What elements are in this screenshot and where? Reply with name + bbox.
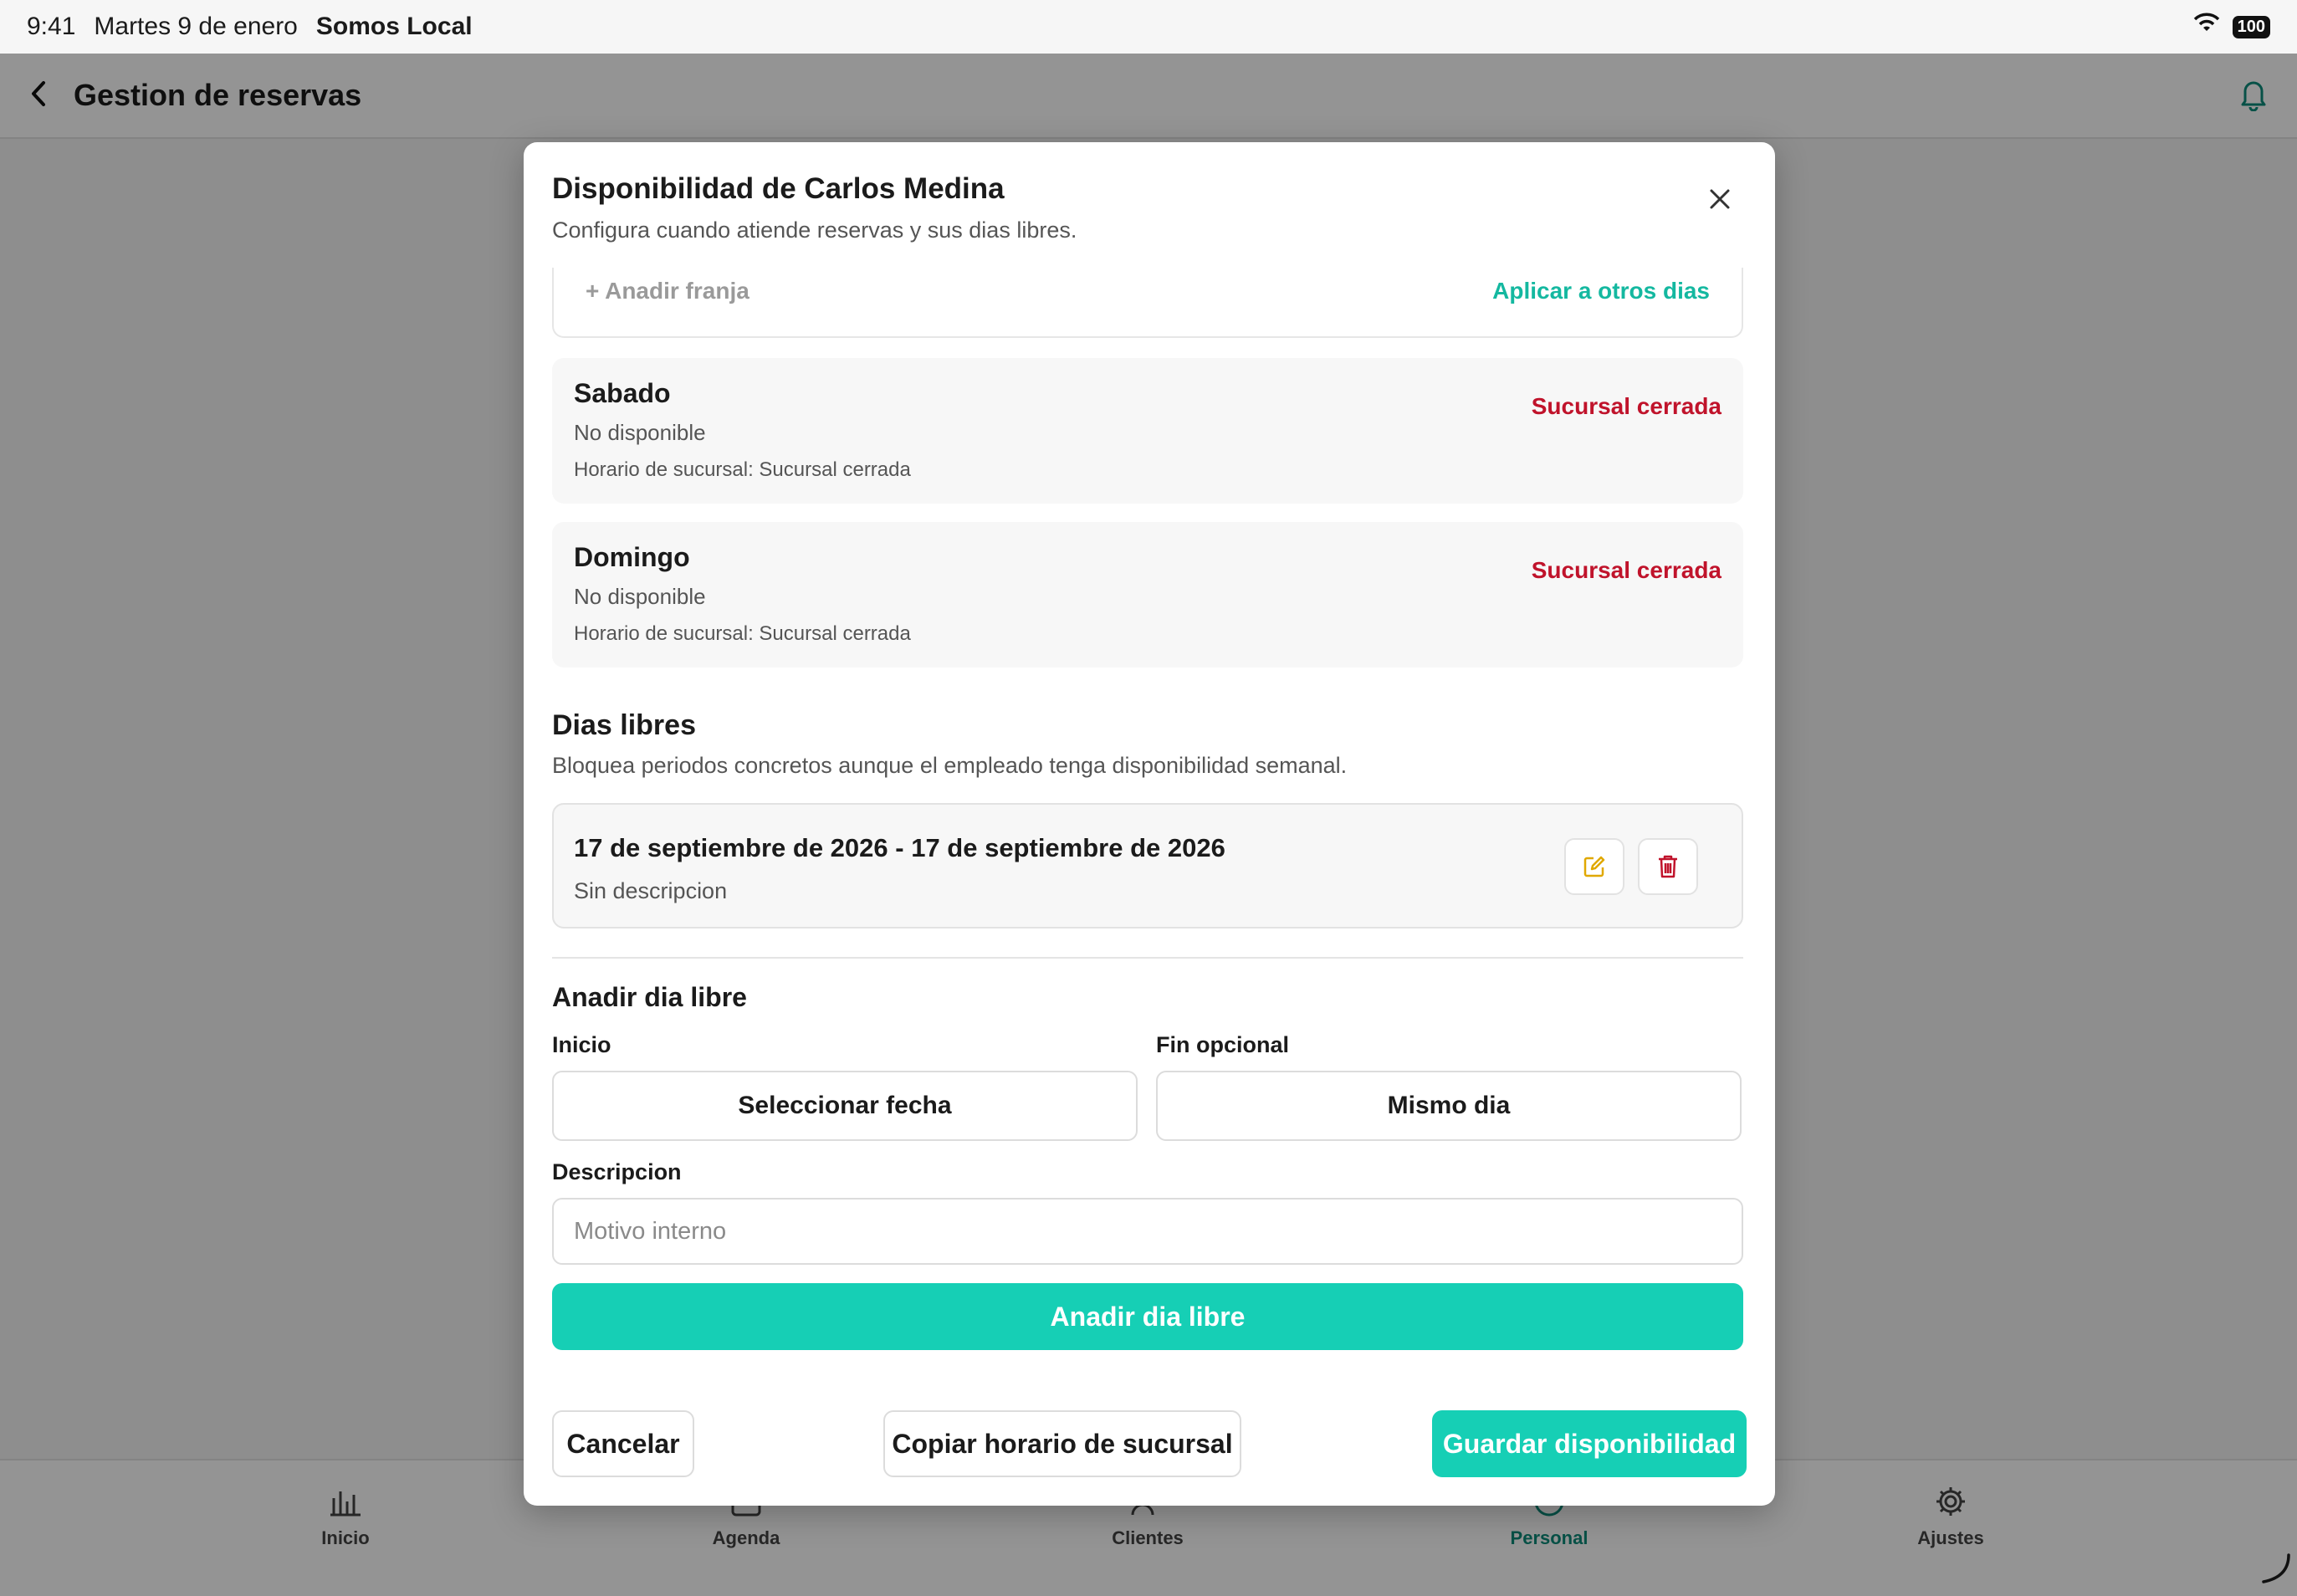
weekday-card-partial: + Anadir franja Aplicar a otros dias	[552, 268, 1743, 338]
day-status: No disponible	[574, 584, 706, 609]
status-right: 100	[2192, 13, 2270, 41]
day-status: No disponible	[574, 420, 706, 445]
modal-title: Disponibilidad de Carlos Medina	[552, 172, 1005, 205]
apply-other-days-button[interactable]: Aplicar a otros dias	[1492, 278, 1710, 304]
close-button[interactable]	[1703, 182, 1737, 216]
modal-subtitle: Configura cuando atiende reservas y sus …	[552, 217, 1077, 243]
battery-indicator: 100	[2232, 15, 2270, 38]
status-date: Martes 9 de enero	[94, 13, 298, 40]
delete-day-off-button[interactable]	[1638, 838, 1698, 895]
branch-closed-badge: Sucursal cerrada	[1531, 393, 1721, 419]
day-off-item: 17 de septiembre de 2026 - 17 de septiem…	[552, 803, 1743, 928]
day-name: Domingo	[574, 542, 690, 572]
save-availability-button[interactable]: Guardar disponibilidad	[1432, 1410, 1747, 1477]
add-slot-button[interactable]: + Anadir franja	[586, 278, 749, 304]
day-card-domingo: Domingo No disponible Horario de sucursa…	[552, 522, 1743, 668]
days-off-title: Dias libres	[552, 709, 696, 741]
edit-day-off-button[interactable]	[1564, 838, 1624, 895]
start-label: Inicio	[552, 1032, 611, 1057]
start-date-picker[interactable]: Seleccionar fecha	[552, 1071, 1138, 1141]
end-date-picker[interactable]: Mismo dia	[1156, 1071, 1742, 1141]
add-day-off-title: Anadir dia libre	[552, 982, 747, 1012]
add-day-off-button[interactable]: Anadir dia libre	[552, 1283, 1743, 1350]
day-off-range: 17 de septiembre de 2026 - 17 de septiem…	[574, 833, 1225, 862]
description-input[interactable]	[552, 1198, 1743, 1265]
day-name: Sabado	[574, 378, 671, 408]
section-divider	[552, 957, 1743, 959]
trash-icon	[1659, 855, 1677, 878]
day-branch-hours: Horario de sucursal: Sucursal cerrada	[574, 458, 911, 481]
status-time: 9:41	[27, 13, 76, 40]
branch-closed-badge: Sucursal cerrada	[1531, 557, 1721, 583]
wifi-icon	[2192, 13, 2221, 41]
cancel-button[interactable]: Cancelar	[552, 1410, 694, 1477]
day-card-sabado: Sabado No disponible Horario de sucursal…	[552, 358, 1743, 504]
resize-handle-icon	[2259, 1552, 2292, 1589]
description-label: Descripcion	[552, 1159, 682, 1184]
availability-modal: Disponibilidad de Carlos Medina Configur…	[524, 142, 1775, 1506]
end-label: Fin opcional	[1156, 1032, 1289, 1057]
days-off-subtitle: Bloquea periodos concretos aunque el emp…	[552, 753, 1348, 778]
day-off-description: Sin descripcion	[574, 878, 728, 903]
edit-icon	[1583, 856, 1605, 877]
status-app-name: Somos Local	[315, 13, 473, 40]
day-branch-hours: Horario de sucursal: Sucursal cerrada	[574, 622, 911, 645]
copy-branch-hours-button[interactable]: Copiar horario de sucursal	[883, 1410, 1241, 1477]
close-icon	[1710, 189, 1730, 209]
status-bar: 9:41 Martes 9 de enero Somos Local 100	[0, 0, 2297, 54]
